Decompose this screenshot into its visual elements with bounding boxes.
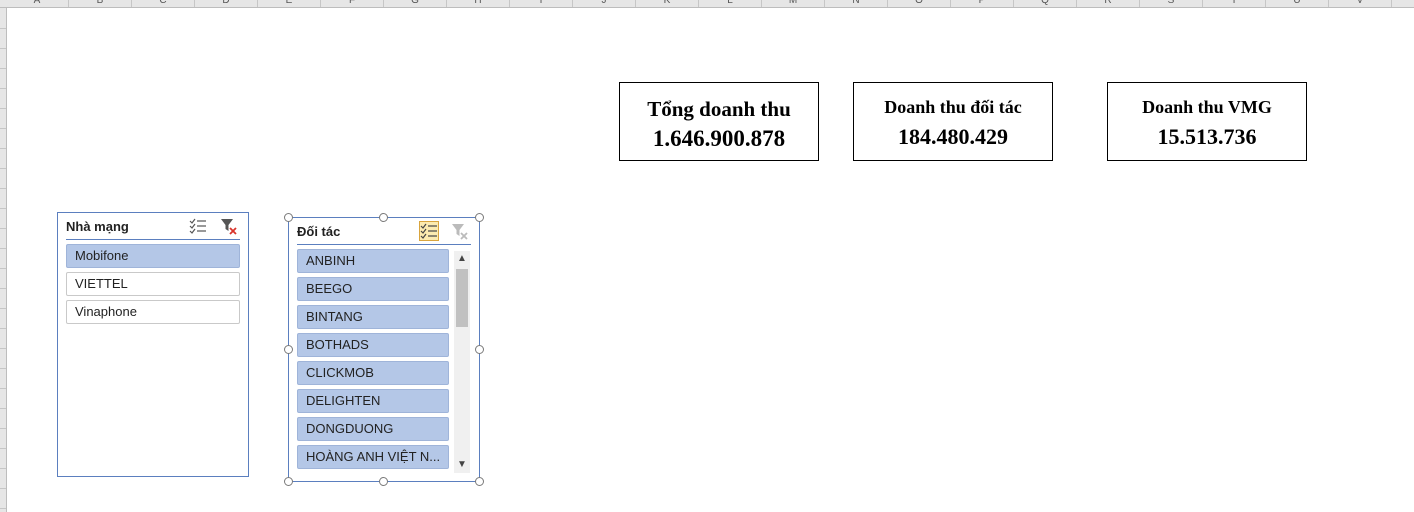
- slicer-item[interactable]: BOTHADS: [297, 333, 449, 357]
- slicer-header: Nhà mạng: [66, 213, 240, 240]
- kpi-value: 15.513.736: [1157, 124, 1257, 149]
- slicer-item[interactable]: BINTANG: [297, 305, 449, 329]
- slicer-item[interactable]: BEEGO: [297, 277, 449, 301]
- row-header-divider: [0, 108, 6, 109]
- clear-filter-icon[interactable]: [220, 216, 238, 236]
- row-header-divider: [0, 188, 6, 189]
- column-header[interactable]: B: [69, 0, 132, 7]
- column-header[interactable]: Q: [1014, 0, 1077, 7]
- row-header-divider: [0, 288, 6, 289]
- row-header-divider: [0, 408, 6, 409]
- row-header-divider: [0, 448, 6, 449]
- slicer-partner[interactable]: Đối tác ANBINH BEEGO BINTANG BOTHADS CLI…: [288, 217, 480, 482]
- resize-handle[interactable]: [379, 477, 388, 486]
- column-header[interactable]: H: [447, 0, 510, 7]
- slicer-item[interactable]: HOÀNG ANH VIỆT N...: [297, 445, 449, 469]
- row-header-divider: [0, 128, 6, 129]
- resize-handle[interactable]: [284, 345, 293, 354]
- vertical-scrollbar[interactable]: ▲ ▼: [454, 251, 470, 473]
- column-header[interactable]: L: [699, 0, 762, 7]
- scroll-up-icon[interactable]: ▲: [454, 251, 470, 267]
- scroll-thumb[interactable]: [456, 269, 468, 327]
- slicer-item[interactable]: CLICKMOB: [297, 361, 449, 385]
- column-header[interactable]: A: [6, 0, 69, 7]
- column-header[interactable]: K: [636, 0, 699, 7]
- column-header[interactable]: O: [888, 0, 951, 7]
- slicer-title: Đối tác: [297, 224, 341, 239]
- column-header[interactable]: F: [321, 0, 384, 7]
- row-header-divider: [0, 208, 6, 209]
- column-header[interactable]: U: [1266, 0, 1329, 7]
- slicer-item[interactable]: DONGDUONG: [297, 417, 449, 441]
- column-header[interactable]: J: [573, 0, 636, 7]
- kpi-partner-revenue[interactable]: Doanh thu đối tác 184.480.429: [853, 82, 1053, 161]
- slicer-header: Đối tác: [297, 218, 471, 245]
- row-header-divider: [0, 308, 6, 309]
- row-header-divider: [0, 48, 6, 49]
- resize-handle[interactable]: [379, 213, 388, 222]
- kpi-title: Doanh thu đối tác: [884, 97, 1022, 117]
- scroll-down-icon[interactable]: ▼: [454, 457, 470, 473]
- row-header-divider: [0, 168, 6, 169]
- clear-filter-icon: [451, 221, 469, 241]
- column-header[interactable]: T: [1203, 0, 1266, 7]
- slicer-network[interactable]: Nhà mạng Mobifone VIETTEL Vinaphone: [57, 212, 249, 477]
- slicer-item[interactable]: Mobifone: [66, 244, 240, 268]
- row-header-divider: [0, 68, 6, 69]
- row-header-divider: [0, 368, 6, 369]
- column-header[interactable]: I: [510, 0, 573, 7]
- column-header[interactable]: G: [384, 0, 447, 7]
- column-header-bar: A B C D E F G H I J K L M N O P Q R S T …: [0, 0, 1414, 8]
- column-header[interactable]: N: [825, 0, 888, 7]
- column-header[interactable]: E: [258, 0, 321, 7]
- row-header-divider: [0, 148, 6, 149]
- row-header-divider: [0, 348, 6, 349]
- resize-handle[interactable]: [475, 477, 484, 486]
- slicer-item[interactable]: ANBINH: [297, 249, 449, 273]
- row-header-divider: [0, 88, 6, 89]
- row-header-divider: [0, 248, 6, 249]
- column-header[interactable]: P: [951, 0, 1014, 7]
- kpi-vmg-revenue[interactable]: Doanh thu VMG 15.513.736: [1107, 82, 1307, 161]
- kpi-total-revenue[interactable]: Tổng doanh thu 1.646.900.878: [619, 82, 819, 161]
- slicer-item[interactable]: VIETTEL: [66, 272, 240, 296]
- row-header-divider: [0, 468, 6, 469]
- kpi-value: 1.646.900.878: [652, 126, 786, 151]
- row-header-divider: [0, 228, 6, 229]
- kpi-value: 184.480.429: [898, 124, 1008, 149]
- column-header[interactable]: R: [1077, 0, 1140, 7]
- row-header-divider: [0, 28, 6, 29]
- kpi-title: Doanh thu VMG: [1142, 97, 1272, 117]
- slicer-title: Nhà mạng: [66, 219, 129, 234]
- resize-handle[interactable]: [475, 213, 484, 222]
- resize-handle[interactable]: [475, 345, 484, 354]
- column-header[interactable]: M: [762, 0, 825, 7]
- column-header[interactable]: S: [1140, 0, 1203, 7]
- resize-handle[interactable]: [284, 213, 293, 222]
- row-header-divider: [0, 328, 6, 329]
- row-header-divider: [0, 268, 6, 269]
- resize-handle[interactable]: [284, 477, 293, 486]
- multi-select-icon[interactable]: [419, 221, 439, 241]
- slicer-item[interactable]: DELIGHTEN: [297, 389, 449, 413]
- row-header-divider: [0, 488, 6, 489]
- column-header[interactable]: C: [132, 0, 195, 7]
- multi-select-icon[interactable]: [188, 216, 208, 236]
- row-header-divider: [0, 508, 6, 509]
- kpi-title: Tổng doanh thu: [647, 97, 791, 121]
- row-header-bar: [0, 8, 7, 512]
- column-header[interactable]: V: [1329, 0, 1392, 7]
- row-header-divider: [0, 428, 6, 429]
- slicer-item[interactable]: Vinaphone: [66, 300, 240, 324]
- column-header[interactable]: D: [195, 0, 258, 7]
- row-header-divider: [0, 388, 6, 389]
